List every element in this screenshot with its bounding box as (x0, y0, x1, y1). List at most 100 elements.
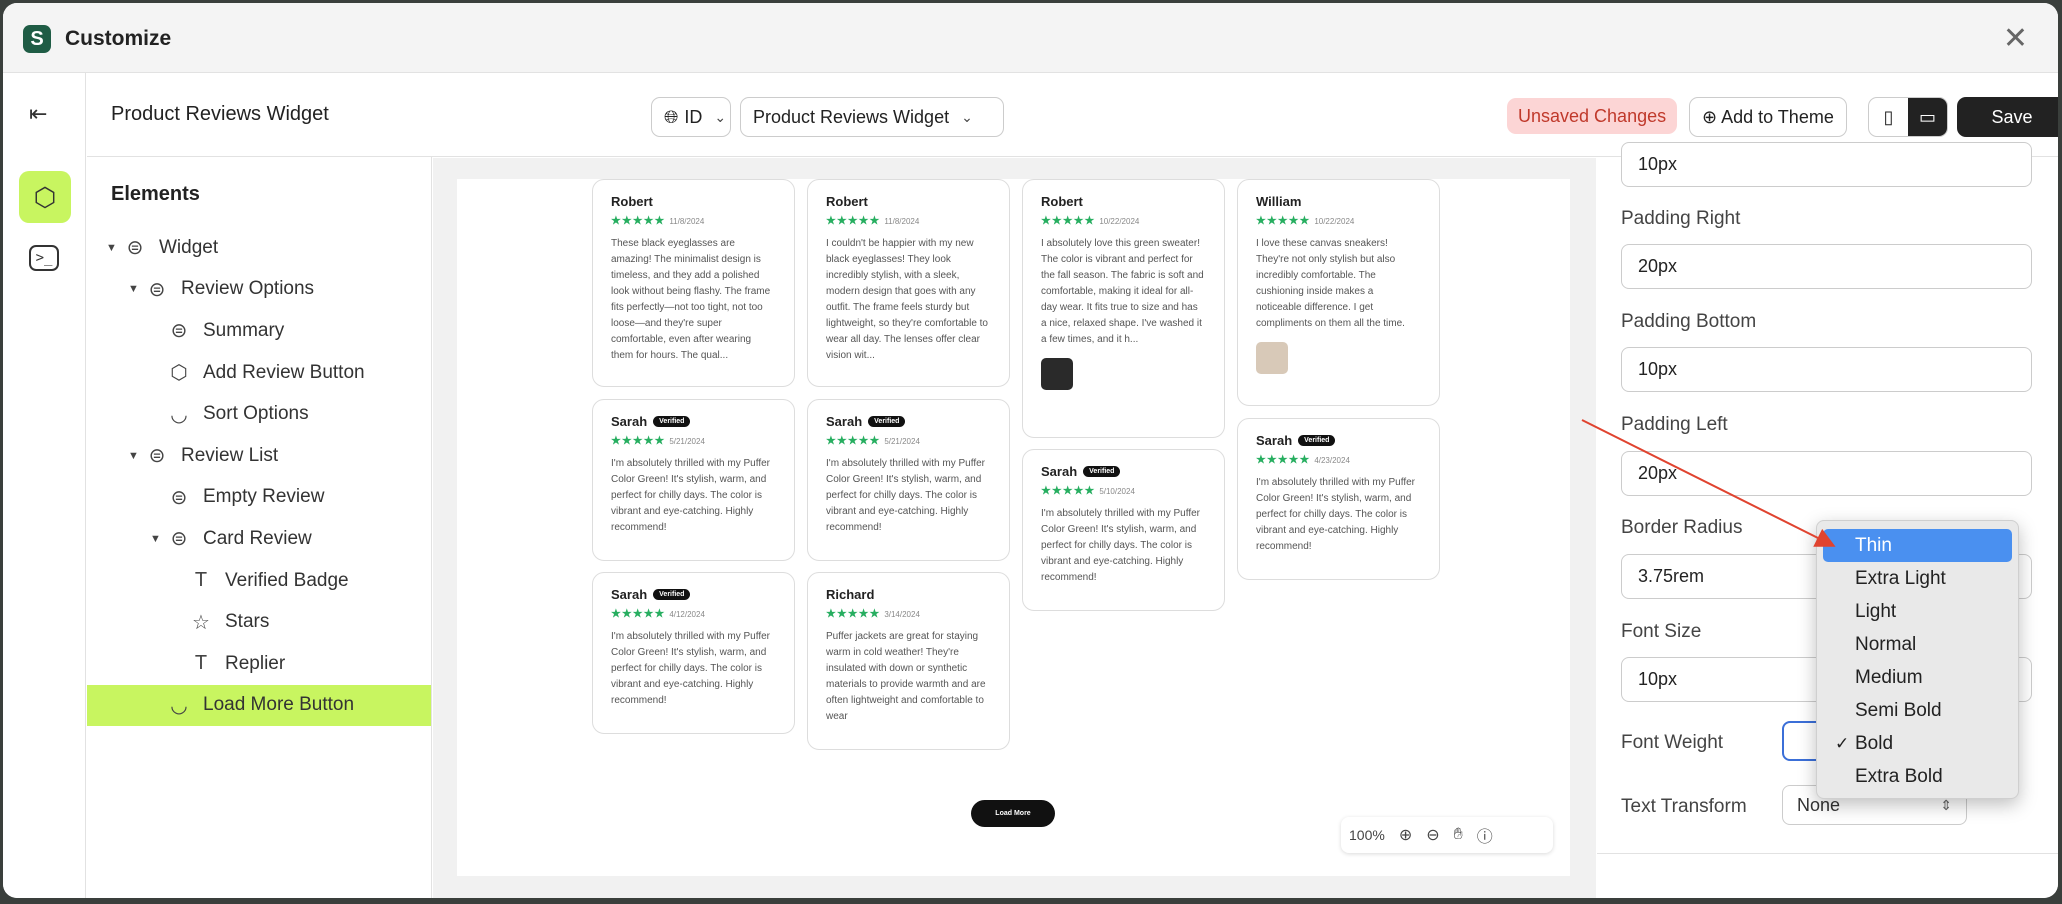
app-logo-icon: S (23, 25, 51, 53)
tree-item-summary[interactable]: ⊜ Summary (87, 310, 431, 352)
padding-top-input[interactable]: 10px (1621, 142, 2032, 187)
zoom-out-icon[interactable]: ⊖ (1426, 825, 1439, 845)
section-icon: ⊜ (148, 445, 166, 468)
review-photo[interactable] (1041, 358, 1073, 390)
tree-item-stars[interactable]: ☆ Stars (87, 601, 431, 643)
exit-icon[interactable]: ⇤ (29, 101, 47, 127)
caret-down-icon[interactable]: ▼ (106, 242, 117, 254)
option-medium[interactable]: Medium (1823, 661, 2012, 694)
unsaved-changes-badge: Unsaved Changes (1507, 98, 1678, 134)
tree-item-load-more-button[interactable]: ◡ Load More Button (87, 684, 431, 727)
option-normal[interactable]: Normal (1823, 628, 2012, 661)
review-photo[interactable] (1256, 342, 1288, 374)
terminal-icon[interactable]: >_ (29, 245, 59, 271)
tree-item-add-review-button[interactable]: ⬡ Add Review Button (87, 352, 431, 394)
tree-item-card-review[interactable]: ▼ ⊜ Card Review (87, 518, 431, 560)
stars-icon: ★★★★★ (1041, 485, 1096, 497)
review-card[interactable]: Sarah Verified ★★★★★ 4/23/2024 I'm absolut… (1237, 418, 1440, 580)
tree-item-label: Card Review (203, 527, 312, 549)
language-value: ID (684, 106, 703, 127)
option-label: Extra Bold (1855, 765, 1943, 787)
option-light[interactable]: Light (1823, 595, 2012, 628)
tree-item-verified-badge[interactable]: T Verified Badge (87, 560, 431, 602)
caret-down-icon[interactable]: ▼ (128, 450, 139, 462)
stars-rating: ★★★★★ 3/14/2024 (826, 607, 991, 620)
review-card[interactable]: Robert ★★★★★ 11/8/2024 I couldn't be happ… (807, 179, 1010, 387)
review-card[interactable]: Sarah Verified ★★★★★ 5/10/2024 I'm absolut… (1022, 449, 1225, 611)
globe-icon: 🌐︎ (664, 106, 679, 127)
review-card[interactable]: Sarah Verified ★★★★★ 5/21/2024 I'm absolut… (807, 399, 1010, 561)
review-text: I'm absolutely thrilled with my Puffer C… (1256, 477, 1416, 552)
zoom-in-icon[interactable]: ⊕ (1399, 825, 1412, 845)
padding-right-input[interactable]: 20px (1621, 244, 2032, 289)
load-more-button[interactable]: Load More (971, 800, 1055, 827)
tree-item-label: Sort Options (203, 403, 309, 425)
tree-item-empty-review[interactable]: ⊜ Empty Review (87, 477, 431, 519)
caret-down-icon[interactable]: ▼ (128, 283, 139, 295)
reviewer-name: Robert (1041, 194, 1083, 209)
review-date: 5/10/2024 (1099, 487, 1135, 496)
zoom-toolbar: 100% ⊕ ⊖ ✋︎ ⓘ (1341, 817, 1553, 853)
review-card[interactable]: Robert ★★★★★ 11/8/2024 These black eyegla… (592, 179, 795, 387)
section-icon: ⊜ (126, 237, 144, 260)
padding-bottom-input[interactable]: 10px (1621, 347, 2032, 392)
review-card[interactable]: Richard ★★★★★ 3/14/2024 Puffer jackets ar… (807, 572, 1010, 750)
stars-icon: ★★★★★ (1256, 215, 1311, 227)
tree-item-widget[interactable]: ▼ ⊜ Widget (87, 227, 431, 269)
option-semi-bold[interactable]: Semi Bold (1823, 694, 2012, 727)
hand-icon[interactable]: ✋︎ (1454, 826, 1463, 844)
review-date: 10/22/2024 (1314, 217, 1355, 226)
template-select[interactable]: Product Reviews Widget ⌄ (740, 97, 1004, 137)
review-date: 11/8/2024 (669, 217, 705, 226)
option-bold[interactable]: ✓ Bold (1823, 727, 2012, 760)
section-icon: ⊜ (170, 528, 188, 551)
review-text: I'm absolutely thrilled with my Puffer C… (826, 458, 986, 533)
tree-item-label: Load More Button (203, 694, 355, 716)
mobile-icon[interactable]: ▯ (1869, 98, 1908, 136)
option-extra-light[interactable]: Extra Light (1823, 562, 2012, 595)
review-text: I'm absolutely thrilled with my Puffer C… (611, 631, 771, 706)
desktop-icon[interactable]: ▭ (1908, 98, 1947, 136)
option-label: Thin (1855, 534, 1892, 556)
window-title: Customize (65, 27, 172, 50)
elements-cube-icon[interactable]: ⬡ (19, 171, 71, 223)
review-text: I absolutely love this green sweater! Th… (1041, 238, 1204, 345)
tree-item-label: Empty Review (203, 486, 325, 508)
close-icon[interactable]: ✕ (2003, 21, 2028, 56)
option-label: Semi Bold (1855, 699, 1942, 721)
review-card[interactable]: Robert ★★★★★ 10/22/2024 I absolutely love… (1022, 179, 1225, 438)
stars-icon: ★★★★★ (826, 608, 881, 620)
review-text: I love these canvas sneakers! They're no… (1256, 238, 1405, 329)
chevron-down-icon: ⌄ (714, 108, 727, 125)
tree-item-sort-options[interactable]: ◡ Sort Options (87, 393, 431, 435)
save-button[interactable]: Save (1957, 97, 2058, 137)
review-card[interactable]: Sarah Verified ★★★★★ 5/21/2024 I'm absolut… (592, 399, 795, 561)
stars-rating: ★★★★★ 10/22/2024 (1041, 214, 1206, 227)
section-icon: ⊜ (170, 320, 188, 343)
option-extra-bold[interactable]: Extra Bold (1823, 760, 2012, 793)
reviewer-name: Sarah (1256, 433, 1293, 448)
reviewer-name: Robert (826, 194, 868, 209)
preview-area: Robert ★★★★★ 11/8/2024 These black eyegla… (433, 158, 1596, 898)
font-weight-dropdown: Thin Extra Light Light Normal Medium Sem… (1816, 520, 2019, 799)
help-icon[interactable]: ⓘ (1477, 823, 1493, 847)
tree-item-review-list[interactable]: ▼ ⊜ Review List (87, 435, 431, 477)
device-toggle: ▯ ▭ (1868, 97, 1948, 137)
stars-rating: ★★★★★ 5/10/2024 (1041, 484, 1206, 497)
review-card[interactable]: Sarah Verified ★★★★★ 4/12/2024 I'm absolut… (592, 572, 795, 734)
review-card[interactable]: William ★★★★★ 10/22/2024 I love these can… (1237, 179, 1440, 406)
review-text: I'm absolutely thrilled with my Puffer C… (611, 458, 771, 533)
add-to-theme-button[interactable]: ⊕ Add to Theme (1689, 97, 1847, 137)
text-icon: T (194, 569, 208, 592)
caret-down-icon[interactable]: ▼ (150, 533, 161, 545)
tree-item-replier[interactable]: T Replier (87, 643, 431, 685)
padding-left-input[interactable]: 20px (1621, 451, 2032, 496)
tree-item-label: Widget (159, 236, 219, 258)
page-title: Product Reviews Widget (111, 103, 329, 125)
font-weight-label: Font Weight (1621, 732, 1724, 753)
language-select[interactable]: 🌐︎ ID ⌄ (651, 97, 731, 137)
tree-item-review-options[interactable]: ▼ ⊜ Review Options (87, 269, 431, 311)
option-thin[interactable]: Thin (1823, 529, 2012, 562)
text-transform-label: Text Transform (1621, 796, 1747, 817)
review-date: 5/21/2024 (669, 437, 705, 446)
